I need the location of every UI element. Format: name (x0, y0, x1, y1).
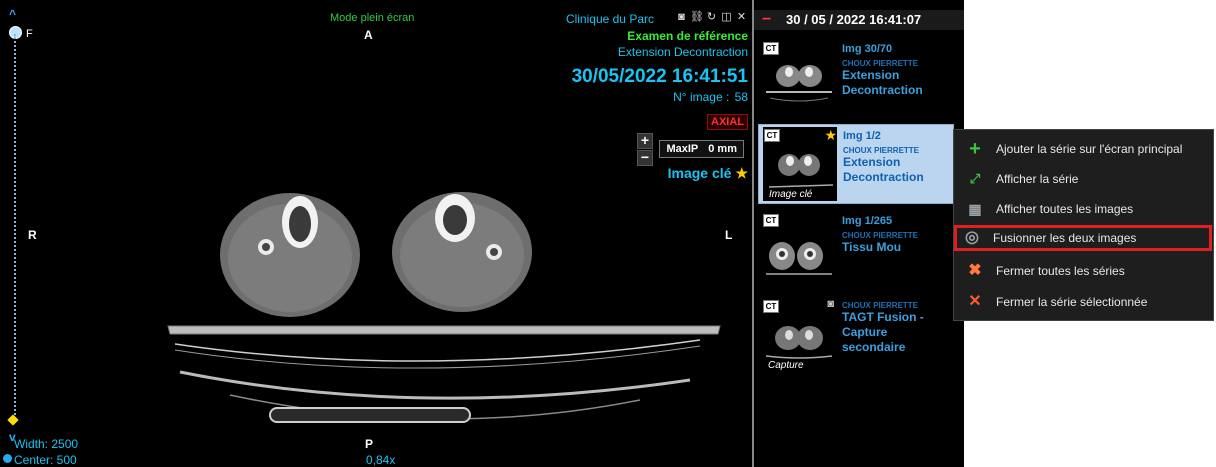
series-description-line: Decontraction (842, 83, 923, 97)
series-description-line: Decontraction (843, 170, 924, 184)
menu-item-label: Fusionner les deux images (993, 231, 1137, 245)
slab-thickness: 0 mm (708, 143, 737, 155)
panel-header: − 30 / 05 / 2022 16:41:07 (754, 10, 964, 30)
series-description-line: Extension (842, 68, 900, 82)
clinic-name: Clinique du Parc (565, 12, 654, 26)
context-menu: + Ajouter la série sur l'écran principal… (953, 129, 1214, 321)
camera-icon: ◙ (827, 298, 834, 310)
menu-item-label: Afficher la série (996, 172, 1079, 186)
zoom-in-button[interactable]: + (637, 133, 653, 149)
series-item[interactable]: CT Img 30/70 CHOUX PIERRETTE Extension D… (758, 38, 954, 118)
menu-item-close-selected-series[interactable]: ✕ Fermer la série sélectionnée (960, 289, 1210, 315)
modality-badge: CT (763, 214, 779, 227)
menu-item-add-series-main-screen[interactable]: + Ajouter la série sur l'écran principal (960, 136, 1210, 162)
series-item[interactable]: Capture ◙ CT CHOUX PIERRETTE TAGT Fusion… (758, 296, 954, 380)
series-info: Img 30/70 CHOUX PIERRETTE Extension Deco… (842, 43, 952, 98)
key-image-star-icon: ★ (824, 127, 837, 143)
series-item[interactable]: CT Img 1/265 CHOUX PIERRETTE Tissu Mou (758, 210, 954, 290)
menu-item-merge-images[interactable]: ◎ Fusionner les deux images (954, 225, 1212, 251)
thumbnail-caption: Image clé (769, 189, 813, 200)
slider-top-label: F (26, 28, 33, 40)
link-icon[interactable]: ⛓ (690, 11, 704, 24)
image-count: Img 1/2 (843, 130, 881, 142)
series-description-line: secondaire (842, 340, 906, 354)
series-info: CHOUX PIERRETTE TAGT Fusion - Capture se… (842, 301, 952, 355)
plane-badge[interactable]: AXIAL (707, 114, 748, 130)
image-count: Img 30/70 (842, 43, 893, 55)
series-info: Img 1/265 CHOUX PIERRETTE Tissu Mou (842, 215, 952, 255)
series-description-line: Extension (843, 155, 901, 169)
expand-icon: ⤢ (969, 171, 981, 186)
image-viewer[interactable]: Mode plein écran A P R L Clinique du Par… (0, 0, 752, 467)
close-all-icon: ✖ (968, 262, 982, 279)
window-width: Width: 2500 (14, 437, 79, 451)
image-number: N° image : 58 (673, 90, 748, 104)
camera-icon[interactable]: ◙ (675, 11, 688, 24)
grid-icon: ▦ (968, 201, 982, 217)
study-datetime: 30/05/2022 16:41:51 (571, 66, 748, 87)
close-icon[interactable]: ✕ (735, 11, 748, 24)
series-panel: − 30 / 05 / 2022 16:41:07 CT Img 30/70 C… (752, 0, 964, 467)
key-image-indicator[interactable]: Image clé ★ (668, 165, 748, 182)
series-item-selected[interactable]: Image clé ★ CT Img 1/2 CHOUX PIERRETTE E… (758, 124, 954, 204)
fullscreen-mode-label[interactable]: Mode plein écran (330, 12, 414, 24)
menu-item-show-series[interactable]: ⤢ Afficher la série (960, 166, 1210, 192)
modality-badge: CT (764, 129, 780, 142)
viewer-toolbar: ◙ ⛓ ↻ ◫ ✕ (675, 11, 748, 24)
patient-name: CHOUX PIERRETTE (842, 301, 919, 310)
orientation-right: L (725, 228, 733, 242)
window-icon[interactable]: ◫ (720, 11, 733, 24)
plus-icon: + (969, 138, 981, 160)
rotate-icon[interactable]: ↻ (705, 11, 718, 24)
menu-item-label: Afficher toutes les images (996, 202, 1134, 216)
modality-badge: CT (763, 300, 779, 313)
menu-item-show-all-images[interactable]: ▦ Afficher toutes les images (960, 196, 1210, 222)
series-info: Img 1/2 CHOUX PIERRETTE Extension Decont… (843, 130, 953, 185)
image-number-value: 58 (734, 90, 748, 104)
orientation-top: A (364, 28, 373, 42)
series-description-line: TAGT Fusion - (842, 310, 924, 324)
menu-item-label: Fermer la série sélectionnée (996, 295, 1148, 309)
window-center: Center: 500 (14, 453, 77, 467)
image-number-label: N° image : (673, 90, 730, 104)
patient-name: CHOUX PIERRETTE (842, 59, 919, 68)
projection-mode: MaxIP (666, 143, 699, 155)
study-date: 30 / 05 / 2022 16:41:07 (786, 12, 922, 27)
slice-slider-track[interactable] (14, 34, 16, 419)
projection-mode-box[interactable]: MaxIP 0 mm (659, 140, 744, 158)
center-icon[interactable] (3, 454, 12, 463)
collapse-panel-button[interactable]: − (762, 10, 771, 30)
image-count: Img 1/265 (842, 215, 893, 227)
zoom-level: 0,84x (366, 453, 396, 467)
orientation-left: R (28, 228, 37, 242)
series-description-line: Tissu Mou (842, 240, 902, 254)
reference-exam-label: Examen de référence (627, 29, 748, 43)
patient-name: CHOUX PIERRETTE (843, 146, 920, 155)
star-icon: ★ (735, 165, 748, 181)
menu-item-label: Fermer toutes les séries (996, 264, 1125, 278)
key-image-label: Image clé (667, 165, 732, 181)
modality-badge: CT (763, 42, 779, 55)
fusion-icon: ◎ (965, 229, 979, 246)
chevron-up-icon[interactable]: ^ (9, 7, 16, 21)
series-description-line: Capture (842, 325, 888, 339)
series-name: Extension Decontraction (617, 45, 748, 59)
menu-item-close-all-series[interactable]: ✖ Fermer toutes les séries (960, 258, 1210, 284)
menu-item-label: Ajouter la série sur l'écran principal (996, 142, 1183, 156)
thumbnail-caption: Capture (768, 360, 804, 371)
close-icon: ✕ (968, 293, 982, 310)
zoom-out-button[interactable]: − (637, 150, 653, 166)
patient-name: CHOUX PIERRETTE (842, 231, 919, 240)
orientation-bottom: P (365, 437, 374, 451)
